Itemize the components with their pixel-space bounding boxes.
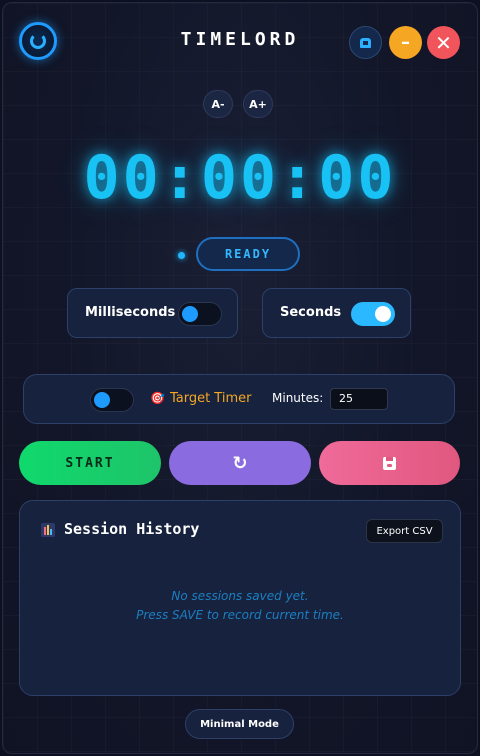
minimal-mode-button[interactable]: Minimal Mode (185, 709, 294, 739)
app-window: TIMELORD – ✕ A- A+ 00:00:00 READY Millis… (2, 2, 478, 754)
save-icon (383, 456, 396, 470)
toggle-knob (182, 306, 198, 322)
empty-message-line: No sessions saved yet. (171, 589, 309, 603)
toggle-knob (94, 392, 110, 408)
status-badge: READY (196, 237, 300, 271)
minimize-button[interactable]: – (389, 26, 422, 59)
seconds-toggle-card: Seconds (262, 288, 411, 338)
pin-icon (360, 37, 371, 48)
milliseconds-toggle[interactable] (178, 302, 222, 326)
milliseconds-label: Milliseconds (85, 305, 176, 320)
milliseconds-toggle-card: Milliseconds (67, 288, 238, 338)
seconds-label: Seconds (280, 305, 342, 320)
toggle-knob (375, 306, 391, 322)
chart-icon (41, 523, 55, 537)
close-button[interactable]: ✕ (427, 26, 460, 59)
timer-display: 00:00:00 (83, 143, 397, 213)
minutes-label: Minutes: (272, 391, 324, 405)
seconds-toggle[interactable] (351, 302, 395, 326)
session-history-panel: Session History Export CSV No sessions s… (19, 500, 461, 696)
close-icon: ✕ (435, 30, 452, 55)
target-timer-text: Target Timer (169, 391, 252, 406)
empty-history-message: No sessions saved yet. Press SAVE to rec… (20, 587, 460, 625)
session-history-title: Session History (64, 520, 200, 538)
pin-button[interactable] (349, 26, 382, 59)
font-decrease-button[interactable]: A- (203, 90, 233, 118)
status-indicator-dot (178, 252, 185, 259)
minutes-input[interactable]: 25 (330, 388, 388, 410)
minimize-icon: – (401, 32, 410, 53)
save-button[interactable] (319, 441, 460, 485)
target-timer-card: 🎯 Target Timer Minutes: 25 (23, 374, 455, 424)
empty-message-line: Press SAVE to record current time. (136, 608, 344, 622)
target-icon: 🎯 (150, 391, 165, 405)
target-timer-label: 🎯 Target Timer (150, 391, 251, 406)
refresh-icon: ↻ (232, 452, 248, 474)
start-button[interactable]: START (19, 441, 161, 485)
font-increase-button[interactable]: A+ (243, 90, 273, 118)
export-csv-button[interactable]: Export CSV (366, 519, 443, 543)
reset-button[interactable]: ↻ (169, 441, 311, 485)
target-timer-toggle[interactable] (90, 388, 134, 412)
